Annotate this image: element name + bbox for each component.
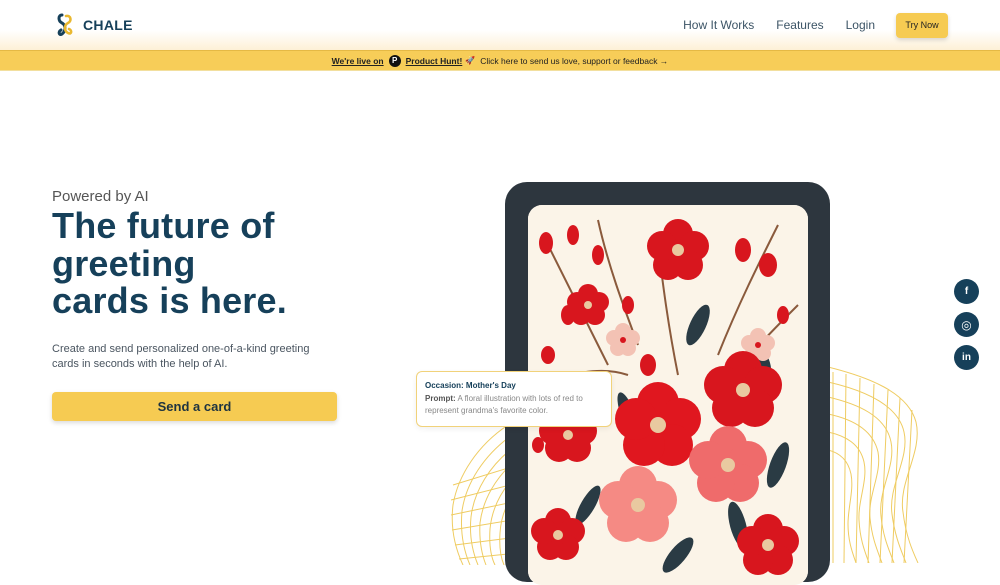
hero-headline: The future of greeting cards is here. xyxy=(52,207,352,320)
banner-product-link[interactable]: Product Hunt! xyxy=(406,56,463,66)
hero-text: Powered by AI The future of greeting car… xyxy=(52,188,352,372)
try-now-button[interactable]: Try Now xyxy=(896,12,948,38)
banner-prefix[interactable]: We're live on xyxy=(332,56,384,66)
instagram-icon[interactable]: ◎ xyxy=(954,312,979,337)
prompt-label: Prompt: xyxy=(425,393,456,403)
brand-name: CHALE xyxy=(83,17,133,33)
product-hunt-icon: P xyxy=(388,54,401,67)
send-card-button[interactable]: Send a card xyxy=(52,392,337,421)
mesh-right-decoration xyxy=(828,366,919,563)
site-header: CHALE How It Works Features Login Try No… xyxy=(0,0,1000,50)
banner-message[interactable]: Click here to send us love, support or f… xyxy=(480,56,668,66)
nav-login[interactable]: Login xyxy=(846,18,875,32)
headline-line: The future of xyxy=(52,205,275,246)
headline-line: greeting xyxy=(52,242,196,284)
facebook-icon[interactable]: f xyxy=(954,279,979,304)
product-hunt-banner[interactable]: We're live on P Product Hunt! 🚀 Click he… xyxy=(0,50,1000,71)
brand-logo[interactable]: CHALE xyxy=(57,12,133,38)
prompt-example-card: Occasion: Mother's Day Prompt: A floral … xyxy=(416,371,612,427)
linkedin-icon[interactable]: in xyxy=(954,345,979,370)
nav-how-it-works[interactable]: How It Works xyxy=(683,18,754,32)
chale-logo-icon xyxy=(57,13,73,36)
headline-line: cards is here. xyxy=(52,280,287,321)
occasion-label: Occasion: xyxy=(425,381,464,390)
nav-features[interactable]: Features xyxy=(776,18,823,32)
rocket-icon: 🚀 xyxy=(465,56,476,65)
main-nav: How It Works Features Login Try Now xyxy=(683,0,1000,50)
occasion-value: Mother's Day xyxy=(465,381,516,390)
hero-eyebrow: Powered by AI xyxy=(52,188,149,205)
hero-subtext: Create and send personalized one-of-a-ki… xyxy=(52,342,310,370)
